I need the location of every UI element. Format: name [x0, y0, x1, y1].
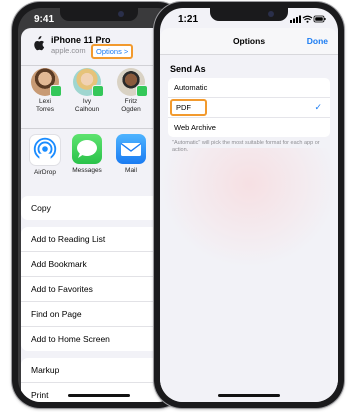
camera-icon — [118, 11, 124, 17]
messages-icon — [72, 134, 102, 164]
status-time: 9:41 — [34, 14, 55, 25]
footnote: "Automatic" will pick the most suitable … — [172, 140, 320, 153]
app-messages[interactable]: Messages — [67, 134, 107, 174]
app-label: Mail — [125, 167, 137, 174]
battery-icon — [313, 15, 326, 23]
checkmark-icon: ✓ — [314, 102, 322, 112]
mail-icon — [116, 134, 146, 164]
status-time: 1:21 — [178, 14, 199, 25]
page-domain: apple.com — [51, 46, 86, 55]
airdrop-icon — [29, 134, 61, 166]
options-button[interactable]: Options > — [91, 44, 134, 59]
signal-icon — [290, 15, 301, 23]
status-icons — [290, 15, 326, 23]
options-screen: 1:21 Options Done Send As Automatic PDF … — [160, 8, 338, 402]
notch — [210, 8, 288, 21]
send-as-options: Automatic PDF ✓ Web Archive — [168, 78, 330, 137]
avatar — [117, 68, 148, 97]
messages-badge-icon — [50, 85, 62, 97]
option-label: Web Archive — [174, 123, 216, 132]
action-print[interactable]: Print — [21, 383, 177, 402]
option-web-archive[interactable]: Web Archive — [168, 118, 330, 137]
app-airdrop[interactable]: AirDrop — [25, 134, 65, 176]
messages-badge-icon — [92, 85, 104, 97]
options-sheet: Options Done Send As Automatic PDF ✓ Web… — [160, 28, 338, 402]
messages-badge-icon — [136, 85, 148, 97]
app-mail[interactable]: Mail — [111, 134, 151, 174]
home-indicator[interactable] — [68, 394, 130, 397]
person-fritz[interactable]: Fritz Ogden — [111, 68, 151, 113]
background-glow — [160, 148, 338, 268]
wifi-icon — [302, 15, 313, 23]
nav-bar: Options Done — [160, 28, 338, 55]
option-automatic[interactable]: Automatic — [168, 78, 330, 98]
person-name: Lexi Torres — [35, 98, 55, 113]
option-pdf[interactable]: PDF ✓ — [168, 98, 330, 118]
section-title-send-as: Send As — [170, 64, 206, 74]
phone-options: 1:21 Options Done Send As Automatic PDF … — [154, 2, 344, 408]
app-label: AirDrop — [33, 169, 57, 176]
apple-logo-icon — [34, 36, 45, 51]
done-button[interactable]: Done — [307, 36, 328, 46]
person-name: Fritz Ogden — [121, 98, 141, 113]
app-label: Messages — [72, 167, 102, 174]
avatar — [31, 68, 62, 97]
person-ivy[interactable]: Ivy Calhoun — [67, 68, 107, 113]
person-lexi[interactable]: Lexi Torres — [25, 68, 65, 113]
notch — [60, 8, 138, 21]
option-label: Automatic — [174, 83, 208, 92]
avatar — [73, 68, 104, 97]
person-name: Ivy Calhoun — [74, 98, 100, 113]
camera-icon — [268, 11, 274, 17]
option-label: PDF — [170, 99, 207, 116]
home-indicator[interactable] — [218, 394, 280, 397]
